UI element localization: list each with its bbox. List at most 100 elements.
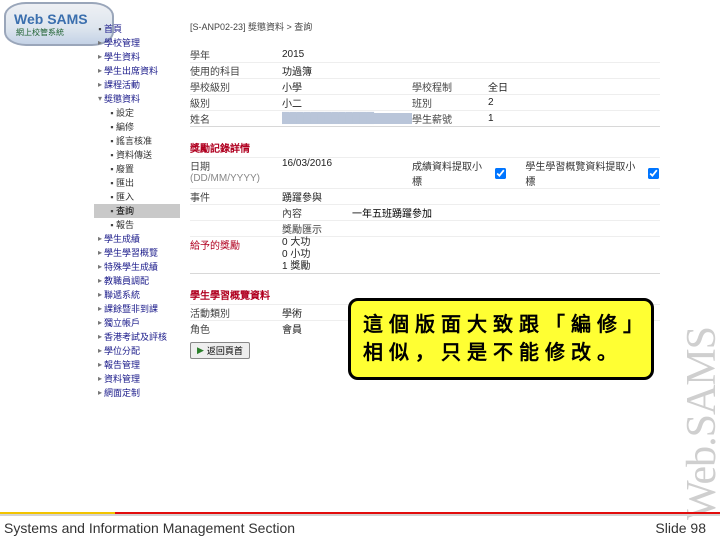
bullet-icon: ▪	[108, 177, 116, 189]
chevron-icon: ▸	[96, 317, 104, 329]
bullet-icon: ▪	[108, 135, 116, 147]
sidebar-item-19[interactable]: ▸聯遞系統	[94, 288, 180, 302]
sidebar-item-7[interactable]: ▪編修	[94, 120, 180, 134]
bullet-icon: ▪	[108, 107, 116, 119]
year-label: 學年	[190, 47, 282, 62]
sidebar-item-11[interactable]: ▪匯出	[94, 176, 180, 190]
sidebar-item-label: 廢置	[116, 163, 134, 175]
level-value: 小學	[282, 79, 412, 94]
sidebar-item-8[interactable]: ▪謠言核准	[94, 134, 180, 148]
sidebar-item-3[interactable]: ▸學生出席資料	[94, 64, 180, 78]
chevron-icon: ▸	[96, 303, 104, 315]
schday-value: 全日	[488, 79, 564, 94]
back-to-top-button[interactable]: ▶ ▶返回頁首 返回頁首	[190, 342, 250, 359]
sidebar-item-26[interactable]: ▸網面定制	[94, 386, 180, 400]
sidebar-item-12[interactable]: ▪匯入	[94, 190, 180, 204]
sidebar-item-2[interactable]: ▸學生資料	[94, 50, 180, 64]
sidebar-item-4[interactable]: ▸課程活動	[94, 78, 180, 92]
bullet-icon: ▪	[108, 149, 116, 161]
chevron-icon: ▸	[96, 37, 104, 49]
chk1-checkbox[interactable]	[495, 167, 506, 178]
chevron-icon: ▸	[96, 247, 104, 259]
chevron-icon: ▸	[96, 359, 104, 371]
sidebar-item-24[interactable]: ▸報告管理	[94, 358, 180, 372]
sidebar-item-23[interactable]: ▸學位分配	[94, 344, 180, 358]
sidebar-item-20[interactable]: ▸課餘暨非到課	[94, 302, 180, 316]
sidebar-item-label: 查詢	[116, 205, 134, 217]
sidebar-item-17[interactable]: ▸特殊學生成績	[94, 260, 180, 274]
sidebar-item-16[interactable]: ▸學生學習概覽	[94, 246, 180, 260]
date-value: 16/03/2016	[282, 158, 412, 169]
regno-label: 學生薪號	[412, 111, 488, 126]
play-icon: ▶	[197, 345, 204, 356]
footer-right: Slide 98	[655, 520, 706, 536]
term-value: 功過簿	[282, 63, 412, 78]
section-given-rewards: 給予的獎勵	[190, 237, 282, 252]
section-rewards-detail: 獎勵記錄詳情	[190, 136, 660, 157]
bullet-icon: ▪	[108, 205, 116, 217]
bullet-icon: ▪	[108, 163, 116, 175]
sidebar-item-label: 網面定制	[104, 387, 140, 399]
name-value: █████████████	[282, 113, 412, 124]
role-label: 角色	[190, 321, 282, 336]
chk2-checkbox[interactable]	[648, 167, 659, 178]
chk-extract-score: 成績資料提取小標	[412, 158, 507, 188]
sidebar-item-1[interactable]: ▸學校管理	[94, 36, 180, 50]
sidebar-item-label: 編修	[116, 121, 134, 133]
content-label: 內容	[282, 205, 352, 220]
rewards-show-label: 獎勵匯示	[282, 221, 352, 236]
year-value: 2015	[282, 49, 412, 60]
sidebar-item-21[interactable]: ▸獨立帳戶	[94, 316, 180, 330]
chevron-icon: ▸	[96, 275, 104, 287]
schday-label: 學校程制	[412, 79, 488, 94]
bullet-icon: ▪	[96, 23, 104, 35]
sidebar-item-label: 聯遞系統	[104, 289, 140, 301]
chevron-icon: ▸	[96, 261, 104, 273]
sidebar-item-10[interactable]: ▪廢置	[94, 162, 180, 176]
annotation-callout: 這個版面大致跟「編修」相似，只是不能修改。	[348, 298, 654, 380]
sidebar-item-label: 香港考試及評核	[104, 331, 167, 343]
sidebar-item-label: 謠言核准	[116, 135, 152, 147]
sidebar-item-9[interactable]: ▪資料傳送	[94, 148, 180, 162]
sidebar-item-label: 獎懲資料	[104, 93, 140, 105]
sidebar-item-22[interactable]: ▸香港考試及評核	[94, 330, 180, 344]
sidebar-item-18[interactable]: ▸教職員調配	[94, 274, 180, 288]
sidebar-item-label: 資料傳送	[116, 149, 152, 161]
sidebar-item-5[interactable]: ▾獎懲資料	[94, 92, 180, 106]
sidebar-item-label: 報告管理	[104, 359, 140, 371]
sidebar-item-0[interactable]: ▪首頁	[94, 22, 180, 36]
content-value: 一年五班踴躍參加	[352, 205, 432, 220]
date-label: 日期 (DD/MM/YYYY)	[190, 158, 282, 184]
chevron-icon: ▸	[96, 289, 104, 301]
grade-label: 級別	[190, 95, 282, 110]
rewards-list: 0 大功 0 小功 1 獎勵	[282, 237, 412, 273]
sidebar-item-label: 課程活動	[104, 79, 140, 91]
sidebar-item-label: 匯入	[116, 191, 134, 203]
sidebar-item-label: 學生資料	[104, 51, 140, 63]
chevron-icon: ▸	[96, 373, 104, 385]
chevron-icon: ▸	[96, 345, 104, 357]
sidebar-item-label: 特殊學生成績	[104, 261, 158, 273]
back-to-top-label: 返回頁首	[207, 344, 243, 357]
breadcrumb: [S-ANP02-23] 獎懲資料 > 查詢	[190, 20, 312, 33]
sidebar-item-15[interactable]: ▸學生成績	[94, 232, 180, 246]
sidebar-item-label: 學生出席資料	[104, 65, 158, 77]
chevron-icon: ▸	[96, 51, 104, 63]
footer: Systems and Information Management Secti…	[0, 514, 720, 540]
chevron-icon: ▸	[96, 233, 104, 245]
sidebar-item-label: 學位分配	[104, 345, 140, 357]
bullet-icon: ▪	[108, 219, 116, 231]
bullet-icon: ▪	[108, 121, 116, 133]
sidebar-item-label: 學生成績	[104, 233, 140, 245]
sidebar-item-13[interactable]: ▪查詢	[94, 204, 180, 218]
chevron-icon: ▸	[96, 331, 104, 343]
sidebar: ▪首頁▸學校管理▸學生資料▸學生出席資料▸課程活動▾獎懲資料▪設定▪編修▪謠言核…	[94, 20, 180, 400]
sidebar-item-14[interactable]: ▪報告	[94, 218, 180, 232]
chk-extract-sls: 學生學習概覽資料提取小標	[525, 158, 660, 188]
sidebar-item-25[interactable]: ▸資料管理	[94, 372, 180, 386]
class-label: 班別	[412, 95, 488, 110]
sidebar-item-label: 獨立帳戶	[104, 317, 140, 329]
watermark-text: Web.SAMS	[678, 327, 720, 520]
chevron-icon: ▸	[96, 79, 104, 91]
sidebar-item-6[interactable]: ▪設定	[94, 106, 180, 120]
